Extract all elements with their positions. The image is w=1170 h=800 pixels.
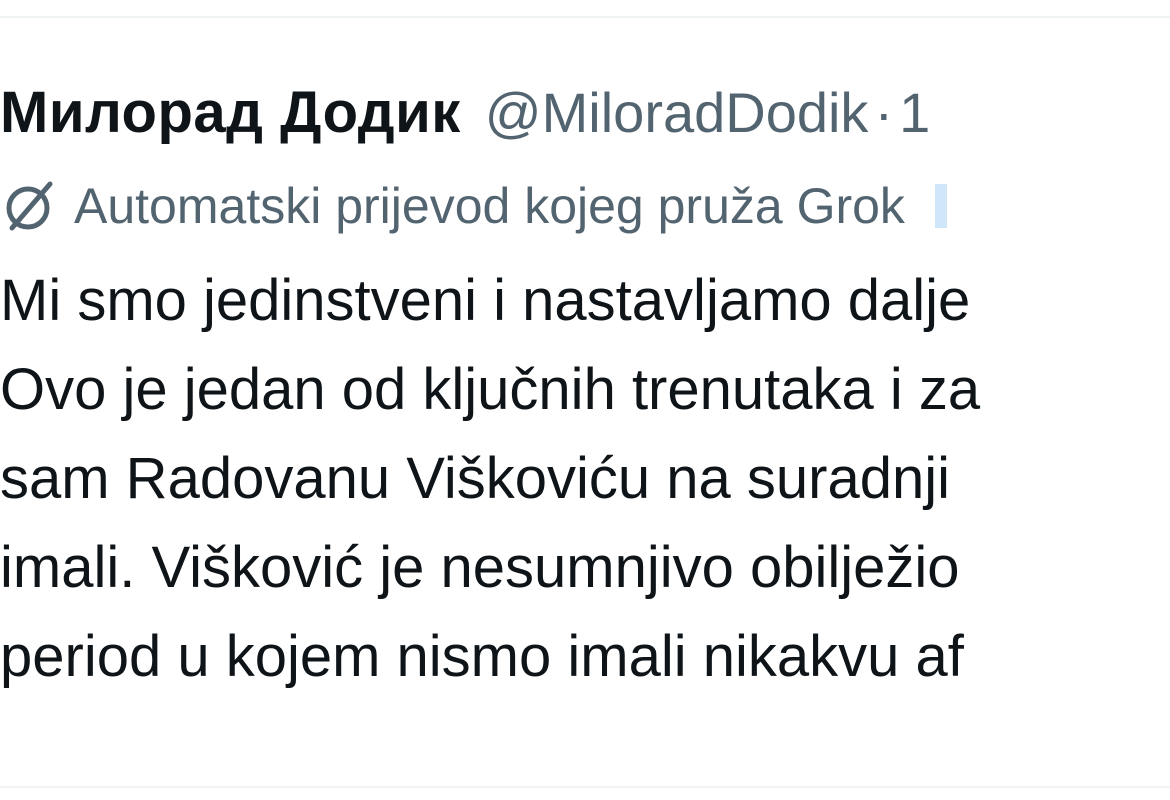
tweet-timestamp[interactable]: 1 xyxy=(899,80,930,145)
tweet-body-line: period u kojem nismo imali nikakvu af xyxy=(0,624,964,689)
tweet-card[interactable]: Милорад Додик @MiloradDodik · 1 Automats… xyxy=(0,0,1170,800)
meta-separator: · xyxy=(874,80,894,144)
translation-notice: Automatski prijevod kojeg pruža Grok xyxy=(0,172,1170,240)
translation-toggle-link[interactable] xyxy=(934,184,947,228)
tweet-body-line: Mi smo jedinstveni i nastavljamo dalje xyxy=(0,268,971,333)
tweet-body: Mi smo jedinstveni i nastavljamo dalje O… xyxy=(0,256,1170,701)
tweet-header: Милорад Додик @MiloradDodik · 1 xyxy=(0,72,1170,152)
author-handle[interactable]: @MiloradDodik xyxy=(485,80,869,145)
translation-text: Automatski prijevod kojeg pruža Grok xyxy=(74,178,905,234)
grok-icon xyxy=(0,176,60,236)
author-display-name[interactable]: Милорад Додик xyxy=(0,79,461,146)
tweet-body-line: sam Radovanu Viškoviću na suradnji xyxy=(0,446,951,511)
tweet-body-line: imali. Višković je nesumnjivo obilježio xyxy=(0,535,960,600)
bottom-divider xyxy=(0,786,1170,788)
tweet-body-line: Ovo je jedan od ključnih trenutaka i za xyxy=(0,357,981,422)
